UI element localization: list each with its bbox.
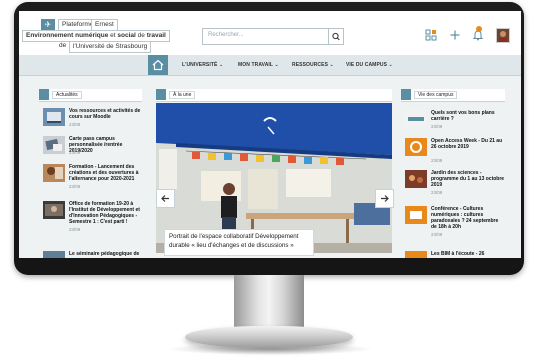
campus-item[interactable]: Open Access Week - Du 21 au 26 octobre 2… [405, 138, 505, 166]
chevron-down-icon: ⌄ [274, 62, 279, 68]
campus-item[interactable]: Les BIM à l'écoute - 26 [405, 251, 505, 258]
arrow-right-icon [381, 195, 389, 202]
news-item[interactable]: Carte pass campus personnalisée /rentrée… [43, 136, 143, 160]
campus-thumbnail [405, 110, 427, 128]
news-icon [39, 89, 49, 100]
column-title: À la une [169, 91, 196, 99]
slider-prev-button[interactable] [156, 189, 175, 208]
chevron-down-icon: ⌄ [218, 62, 224, 68]
news-thumbnail [43, 136, 65, 154]
news-title[interactable]: Office de formation 19-20 à l'Institut d… [69, 201, 143, 225]
search-box[interactable]: Rechercher... [202, 28, 344, 45]
nav-item-universite[interactable]: L'UNIVERSITÉ ⌄ [182, 62, 223, 68]
column-header-a-la-une: À la une [156, 89, 392, 102]
slider-caption-text[interactable]: Portrait de l'espace collaboratif Dévelo… [169, 233, 311, 250]
brand-university: l'Université de Strasbourg [69, 41, 152, 53]
column-title: Vie des campus [414, 91, 458, 99]
top-bar: ✈ Plateforme Ernest Environnement numéri… [19, 11, 521, 55]
campus-item[interactable]: Conférence - Cultures numériques : cultu… [405, 206, 505, 246]
news-thumbnail [43, 251, 65, 258]
nav-item-label: L'UNIVERSITÉ [182, 62, 218, 68]
campus-title[interactable]: Open Access Week - Du 21 au 26 octobre 2… [431, 138, 505, 150]
campus-title[interactable]: Les BIM à l'écoute - 26 [431, 251, 505, 257]
logo-icon[interactable]: ✈ [41, 19, 55, 30]
news-date: 23/09 [69, 122, 81, 127]
campus-title[interactable]: Quels sont vos bons plans carrière ? [431, 110, 505, 122]
star-icon [156, 89, 166, 100]
news-item[interactable]: Office de formation 19-20 à l'Institut d… [43, 201, 143, 237]
campus-item[interactable]: Quels sont vos bons plans carrière ? 23/… [405, 110, 505, 132]
campus-date: 23/09 [431, 158, 443, 163]
apps-icon[interactable] [425, 29, 437, 41]
news-item[interactable]: Formation - Lancement des créations et d… [43, 164, 143, 194]
campus-date: 23/09 [431, 124, 443, 129]
column-title: Actualités [52, 91, 82, 99]
avatar[interactable] [496, 28, 510, 43]
nav-item-label: MON TRAVAIL [238, 62, 273, 68]
brand-tagline-a: Environnement numérique [26, 32, 109, 39]
news-title[interactable]: Le séminaire pédagogique de [69, 251, 143, 257]
campus-title[interactable]: Jardin des sciences - programme du 1 au … [431, 170, 505, 188]
brand-tagline-e: travail [146, 32, 166, 39]
campus-date: 23/09 [431, 190, 443, 195]
home-icon [152, 59, 164, 71]
notification-badge [476, 26, 482, 32]
screen: ✈ Plateforme Ernest Environnement numéri… [19, 11, 521, 258]
campus-thumbnail [405, 206, 427, 224]
brand-tagline-c: social [117, 32, 136, 39]
news-title[interactable]: Formation - Lancement des créations et d… [69, 164, 143, 182]
plus-icon[interactable] [449, 29, 461, 41]
campus-date: 23/09 [431, 232, 443, 237]
main-nav: L'UNIVERSITÉ ⌄ MON TRAVAIL ⌄ RESSOURCES … [19, 55, 521, 76]
news-thumbnail [43, 201, 65, 219]
chevron-down-icon: ⌄ [388, 62, 393, 68]
column-header-actualites: Actualités [39, 89, 142, 102]
news-item[interactable]: Le séminaire pédagogique de [43, 251, 143, 258]
campus-title[interactable]: Conférence - Cultures numériques : cultu… [431, 206, 505, 230]
brand-prefix: de [59, 42, 67, 49]
avatar-picture [497, 29, 509, 42]
campus-thumbnail [405, 170, 427, 188]
nav-item-vie-du-campus[interactable]: VIE DU CAMPUS ⌄ [346, 62, 393, 68]
brand-tagline-d: de [137, 32, 145, 39]
monitor-stand-neck [234, 275, 304, 329]
monitor-stand-base [185, 326, 353, 348]
chevron-down-icon: ⌄ [329, 62, 334, 68]
search-button[interactable] [328, 29, 343, 44]
arrow-left-icon [161, 195, 169, 202]
news-thumbnail [43, 164, 65, 182]
news-date: 23/09 [69, 184, 81, 189]
slider-next-button[interactable] [375, 189, 394, 208]
nav-item-label: RESSOURCES [292, 62, 329, 68]
nav-item-mon-travail[interactable]: MON TRAVAIL ⌄ [238, 62, 279, 68]
column-header-vie-des-campus: Vie des campus [401, 89, 505, 102]
news-thumbnail [43, 108, 65, 126]
news-item[interactable]: Vos ressources et activités de cours sur… [43, 108, 143, 132]
home-button[interactable] [148, 55, 168, 75]
campus-thumbnail [405, 251, 427, 258]
brand-tagline-b: et [110, 32, 116, 39]
campus-item[interactable]: Jardin des sciences - programme du 1 au … [405, 170, 505, 200]
slider-caption[interactable]: Portrait de l'espace collaboratif Dévelo… [164, 229, 314, 256]
campus-thumbnail [405, 138, 427, 156]
search-input[interactable]: Rechercher... [208, 32, 244, 38]
search-icon [332, 32, 340, 41]
news-title[interactable]: Vos ressources et activités de cours sur… [69, 108, 143, 120]
calendar-icon [401, 89, 411, 100]
news-date: 23/09 [69, 150, 81, 155]
nav-item-ressources[interactable]: RESSOURCES ⌄ [292, 62, 334, 68]
nav-item-label: VIE DU CAMPUS [346, 62, 388, 68]
news-date: 23/09 [69, 227, 81, 232]
